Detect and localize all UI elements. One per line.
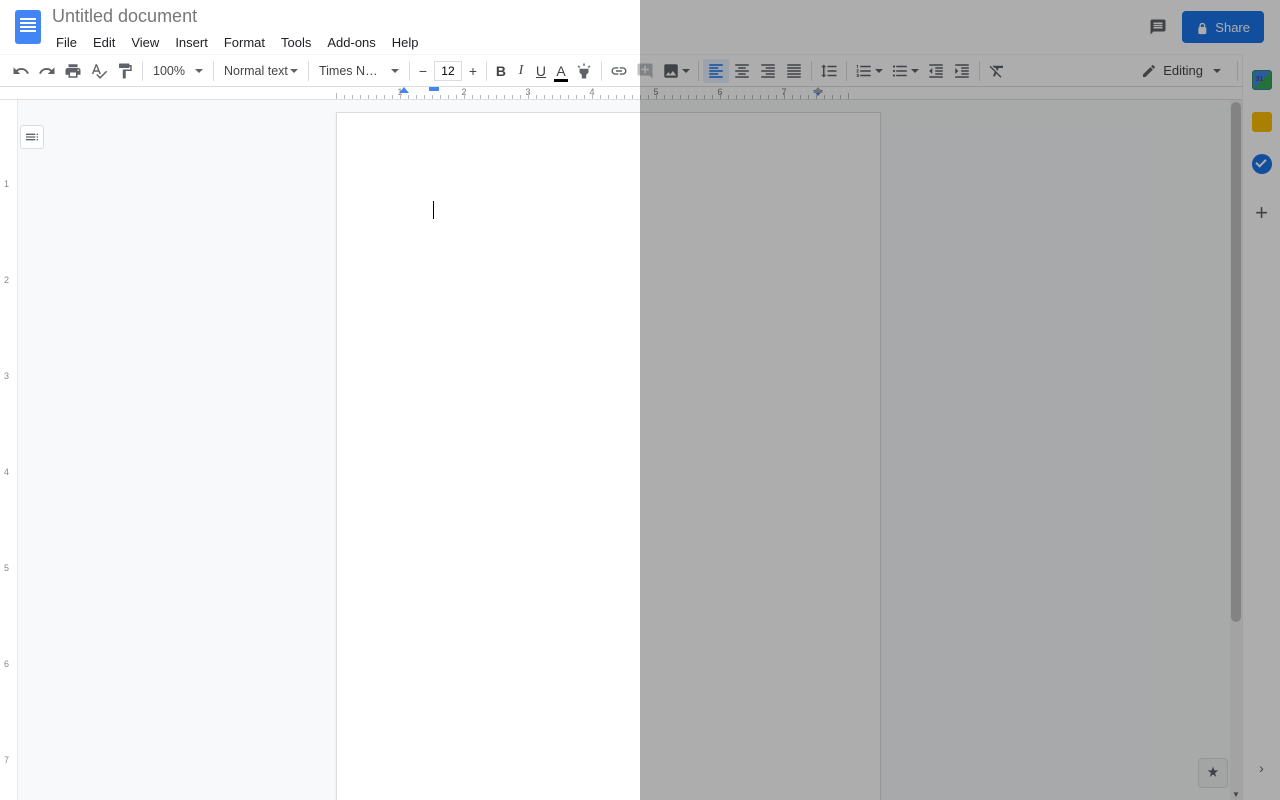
docs-logo-icon bbox=[15, 10, 41, 44]
paragraph-style-select[interactable]: Normal text bbox=[218, 59, 304, 83]
docs-logo[interactable] bbox=[8, 0, 48, 54]
increase-indent-button[interactable] bbox=[949, 59, 975, 83]
document-outline-button[interactable] bbox=[20, 125, 44, 149]
menu-tools[interactable]: Tools bbox=[273, 31, 319, 54]
font-name: Times New... bbox=[319, 64, 381, 78]
tasks-icon[interactable] bbox=[1252, 154, 1272, 174]
separator bbox=[846, 61, 847, 81]
vruler-number: 3 bbox=[4, 371, 9, 381]
explore-button[interactable] bbox=[1198, 758, 1228, 788]
undo-button[interactable] bbox=[8, 59, 34, 83]
menu-file[interactable]: File bbox=[48, 31, 85, 54]
zoom-value: 100% bbox=[153, 64, 185, 78]
text-color-button[interactable]: A bbox=[551, 59, 571, 83]
scroll-thumb[interactable] bbox=[1231, 102, 1241, 622]
align-right-button[interactable] bbox=[755, 59, 781, 83]
line-spacing-button[interactable] bbox=[816, 59, 842, 83]
align-left-button[interactable] bbox=[703, 59, 729, 83]
vertical-ruler[interactable]: 1 2 3 4 5 6 7 bbox=[0, 100, 18, 800]
paint-format-button[interactable] bbox=[112, 59, 138, 83]
separator bbox=[698, 61, 699, 81]
italic-button[interactable]: I bbox=[511, 59, 531, 83]
header-bar: Untitled document File Edit View Insert … bbox=[0, 0, 1280, 54]
separator bbox=[979, 61, 980, 81]
lock-icon bbox=[1196, 20, 1210, 35]
vruler-number: 6 bbox=[4, 659, 9, 669]
separator bbox=[486, 61, 487, 81]
vertical-scrollbar[interactable]: ▲ ▼ bbox=[1230, 100, 1242, 800]
menu-format[interactable]: Format bbox=[216, 31, 273, 54]
right-margin-marker[interactable] bbox=[813, 87, 823, 93]
share-label: Share bbox=[1215, 20, 1250, 35]
decrease-indent-button[interactable] bbox=[923, 59, 949, 83]
caret-icon bbox=[682, 69, 690, 73]
print-button[interactable] bbox=[60, 59, 86, 83]
menu-help[interactable]: Help bbox=[384, 31, 427, 54]
add-comment-button[interactable] bbox=[632, 59, 658, 83]
separator bbox=[601, 61, 602, 81]
menu-insert[interactable]: Insert bbox=[167, 31, 216, 54]
insert-image-button[interactable] bbox=[658, 59, 694, 83]
separator bbox=[142, 61, 143, 81]
clear-formatting-button[interactable] bbox=[984, 59, 1010, 83]
caret-icon bbox=[875, 69, 883, 73]
align-justify-button[interactable] bbox=[781, 59, 807, 83]
text-cursor bbox=[433, 201, 434, 219]
caret-icon bbox=[391, 69, 399, 73]
menu-view[interactable]: View bbox=[123, 31, 167, 54]
caret-icon bbox=[1213, 69, 1221, 73]
align-center-button[interactable] bbox=[729, 59, 755, 83]
bulleted-list-button[interactable] bbox=[887, 59, 923, 83]
separator bbox=[308, 61, 309, 81]
separator bbox=[213, 61, 214, 81]
vruler-number: 4 bbox=[4, 467, 9, 477]
insert-link-button[interactable] bbox=[606, 59, 632, 83]
share-button[interactable]: Share bbox=[1182, 11, 1264, 43]
caret-icon bbox=[290, 69, 298, 73]
menubar: File Edit View Insert Format Tools Add-o… bbox=[48, 31, 427, 54]
bold-button[interactable]: B bbox=[491, 59, 511, 83]
font-size-input[interactable] bbox=[434, 61, 462, 81]
underline-button[interactable]: U bbox=[531, 59, 551, 83]
caret-icon bbox=[195, 69, 203, 73]
style-value: Normal text bbox=[224, 64, 280, 78]
scroll-down-arrow[interactable]: ▼ bbox=[1230, 788, 1242, 800]
font-size-decrease[interactable]: − bbox=[414, 60, 432, 82]
keep-icon[interactable] bbox=[1252, 112, 1272, 132]
separator bbox=[409, 61, 410, 81]
numbered-list-button[interactable] bbox=[851, 59, 887, 83]
calendar-icon[interactable] bbox=[1252, 70, 1272, 90]
canvas-area: 1 2 3 4 5 6 7 ▲ ▼ bbox=[0, 100, 1242, 800]
font-select[interactable]: Times New... bbox=[313, 59, 405, 83]
vruler-number: 7 bbox=[4, 755, 9, 765]
separator bbox=[1237, 61, 1238, 81]
font-size-increase[interactable]: + bbox=[464, 60, 482, 82]
document-title[interactable]: Untitled document bbox=[48, 6, 427, 31]
spellcheck-button[interactable] bbox=[86, 59, 112, 83]
vruler-number: 1 bbox=[4, 179, 9, 189]
font-size-control: − + bbox=[414, 60, 482, 82]
menu-addons[interactable]: Add-ons bbox=[319, 31, 383, 54]
vruler-number: 2 bbox=[4, 275, 9, 285]
separator bbox=[811, 61, 812, 81]
caret-icon bbox=[911, 69, 919, 73]
zoom-select[interactable]: 100% bbox=[147, 59, 209, 83]
pencil-icon bbox=[1141, 63, 1157, 79]
mode-label: Editing bbox=[1163, 63, 1203, 78]
add-addon-button[interactable]: + bbox=[1255, 202, 1268, 224]
menu-edit[interactable]: Edit bbox=[85, 31, 123, 54]
redo-button[interactable] bbox=[34, 59, 60, 83]
editing-mode-select[interactable]: Editing bbox=[1133, 63, 1229, 79]
toolbar: 100% Normal text Times New... − + B I U … bbox=[0, 54, 1280, 87]
first-line-indent-marker[interactable] bbox=[429, 87, 439, 91]
highlight-button[interactable] bbox=[571, 59, 597, 83]
horizontal-ruler[interactable]: 1234567 bbox=[0, 87, 1280, 100]
side-panel: + › bbox=[1242, 54, 1280, 800]
document-page[interactable] bbox=[336, 112, 881, 800]
comments-icon[interactable] bbox=[1146, 15, 1170, 39]
collapse-side-panel[interactable]: › bbox=[1259, 760, 1264, 776]
vruler-number: 5 bbox=[4, 563, 9, 573]
